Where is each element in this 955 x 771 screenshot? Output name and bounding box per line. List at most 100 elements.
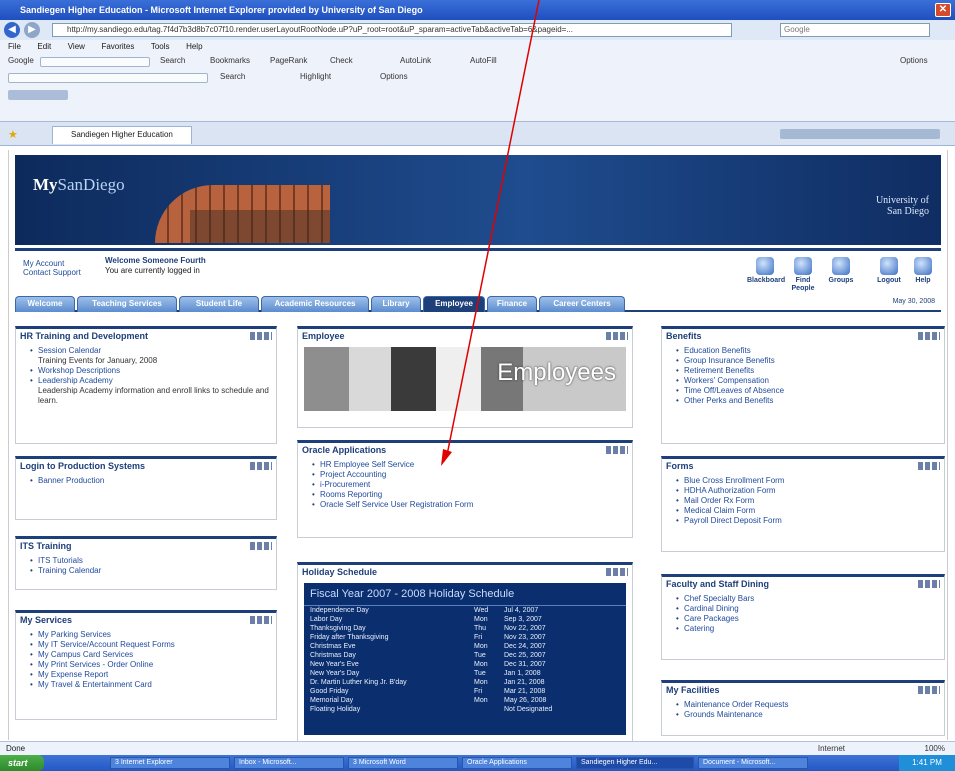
list-item[interactable]: Catering: [676, 624, 944, 634]
start-button[interactable]: start: [0, 755, 44, 771]
forward-button[interactable]: ▶: [24, 22, 40, 38]
address-input[interactable]: http://my.sandiego.edu/tag.7f4d7b3d8b7c0…: [52, 23, 732, 37]
taskbar-item[interactable]: Oracle Applications: [462, 757, 572, 769]
panel-controls-icon[interactable]: [606, 446, 628, 454]
tab-library[interactable]: Library: [371, 296, 421, 312]
list-item[interactable]: Training Calendar: [30, 566, 276, 576]
list-item[interactable]: Care Packages: [676, 614, 944, 624]
list-item[interactable]: Retirement Benefits: [676, 366, 944, 376]
menu-file[interactable]: File: [8, 42, 21, 51]
tab-academic-resources[interactable]: Academic Resources: [261, 296, 369, 312]
quick-link-help[interactable]: Help: [905, 257, 941, 285]
taskbar-item[interactable]: Sandiegen Higher Edu...: [576, 757, 694, 769]
list-item[interactable]: Other Perks and Benefits: [676, 396, 944, 406]
list-item[interactable]: My Expense Report: [30, 670, 276, 680]
list-item[interactable]: Group Insurance Benefits: [676, 356, 944, 366]
list-item[interactable]: My IT Service/Account Request Forms: [30, 640, 276, 650]
list-item[interactable]: Time Off/Leaves of Absence: [676, 386, 944, 396]
toolbar2-options[interactable]: Options: [380, 70, 408, 84]
taskbar-item[interactable]: 3 Internet Explorer: [110, 757, 230, 769]
tab-career-centers[interactable]: Career Centers: [539, 296, 625, 312]
list-item[interactable]: Oracle Self Service User Registration Fo…: [312, 500, 632, 510]
list-item[interactable]: Mail Order Rx Form: [676, 496, 944, 506]
list-item[interactable]: Leadership AcademyLeadership Academy inf…: [30, 376, 276, 406]
panel-controls-icon[interactable]: [918, 332, 940, 340]
toolbar2-search-field[interactable]: [8, 73, 208, 83]
hr-employee-self-service-link[interactable]: HR Employee Self Service: [312, 460, 632, 470]
panel-controls-icon[interactable]: [918, 686, 940, 694]
back-button[interactable]: ◀: [4, 22, 20, 38]
links-bar-items[interactable]: [8, 90, 68, 100]
toolbar-options[interactable]: Options: [900, 54, 928, 68]
taskbar-item[interactable]: Document - Microsoft...: [698, 757, 808, 769]
panel-controls-icon[interactable]: [606, 332, 628, 340]
list-item[interactable]: Maintenance Order Requests: [676, 700, 944, 710]
list-item[interactable]: Blue Cross Enrollment Form: [676, 476, 944, 486]
toolbar-pagerank[interactable]: PageRank: [270, 54, 307, 68]
quick-link-find-people[interactable]: Find People: [785, 257, 821, 293]
list-item[interactable]: Workers' Compensation: [676, 376, 944, 386]
list-item[interactable]: i-Procurement: [312, 480, 632, 490]
tab-welcome[interactable]: Welcome: [15, 296, 75, 312]
panel-controls-icon[interactable]: [918, 462, 940, 470]
list-item[interactable]: Chef Specialty Bars: [676, 594, 944, 604]
taskbar-item[interactable]: Inbox - Microsoft...: [234, 757, 344, 769]
toolbar-bookmarks[interactable]: Bookmarks: [210, 54, 250, 68]
list-item[interactable]: Cardinal Dining: [676, 604, 944, 614]
panel-controls-icon[interactable]: [250, 542, 272, 550]
holiday-day: Fri: [474, 688, 483, 695]
menu-tools[interactable]: Tools: [151, 42, 170, 51]
panel-controls-icon[interactable]: [250, 462, 272, 470]
toolbar2-highlight[interactable]: Highlight: [300, 70, 331, 84]
favorites-star-icon[interactable]: ★: [8, 128, 18, 141]
tab-student-life[interactable]: Student Life: [179, 296, 259, 312]
panel-controls-icon[interactable]: [606, 568, 628, 576]
welcome-strip: My Account Contact Support Welcome Someo…: [15, 248, 941, 292]
toolbar2-search-btn[interactable]: Search: [220, 70, 245, 84]
list-item[interactable]: Banner Production: [30, 476, 276, 486]
list-item[interactable]: My Travel & Entertainment Card: [30, 680, 276, 690]
list-item[interactable]: Grounds Maintenance: [676, 710, 944, 720]
list-item[interactable]: Workshop Descriptions: [30, 366, 276, 376]
list-item[interactable]: Medical Claim Form: [676, 506, 944, 516]
tab-teaching-services[interactable]: Teaching Services: [77, 296, 177, 312]
list-item[interactable]: My Print Services - Order Online: [30, 660, 276, 670]
menu-favorites[interactable]: Favorites: [101, 42, 134, 51]
quick-link-blackboard[interactable]: Blackboard: [747, 257, 785, 285]
browser-tab[interactable]: Sandiegen Higher Education: [52, 126, 192, 144]
panel-controls-icon[interactable]: [250, 332, 272, 340]
list-item[interactable]: HDHA Authorization Form: [676, 486, 944, 496]
close-window-button[interactable]: ✕: [935, 3, 951, 17]
list-item[interactable]: Session CalendarTraining Events for Janu…: [30, 346, 276, 366]
welcome-message: Welcome Someone Fourth You are currently…: [105, 256, 206, 276]
contact-support-link[interactable]: Contact Support: [23, 268, 81, 277]
toolbar-google-label[interactable]: Google: [8, 54, 34, 68]
list-item[interactable]: Rooms Reporting: [312, 490, 632, 500]
taskbar-item[interactable]: 3 Microsoft Word: [348, 757, 458, 769]
quick-link-logout[interactable]: Logout: [871, 257, 907, 285]
list-item[interactable]: Project Accounting: [312, 470, 632, 480]
list-item[interactable]: My Campus Card Services: [30, 650, 276, 660]
panel-controls-icon[interactable]: [250, 616, 272, 624]
toolbar-check[interactable]: Check: [330, 54, 353, 68]
my-account-link[interactable]: My Account: [23, 259, 81, 268]
list-item[interactable]: Education Benefits: [676, 346, 944, 356]
list-item[interactable]: ITS Tutorials: [30, 556, 276, 566]
list-item[interactable]: Payroll Direct Deposit Form: [676, 516, 944, 526]
tab-finance[interactable]: Finance: [487, 296, 537, 312]
toolbar-autofill[interactable]: AutoFill: [470, 54, 497, 68]
toolbar-search-btn[interactable]: Search: [160, 54, 185, 68]
tab-employee[interactable]: Employee: [423, 296, 485, 312]
quick-link-groups[interactable]: Groups: [823, 257, 859, 285]
command-bar[interactable]: [780, 129, 940, 139]
toolbar-autolink[interactable]: AutoLink: [400, 54, 431, 68]
panel-employee: Employee Employees: [297, 326, 633, 428]
menu-edit[interactable]: Edit: [37, 42, 51, 51]
menu-view[interactable]: View: [68, 42, 85, 51]
zoom-level[interactable]: 100%: [925, 742, 945, 755]
panel-controls-icon[interactable]: [918, 580, 940, 588]
search-input[interactable]: Google: [780, 23, 930, 37]
menu-help[interactable]: Help: [186, 42, 202, 51]
list-item[interactable]: My Parking Services: [30, 630, 276, 640]
toolbar-search-field[interactable]: [40, 57, 150, 67]
